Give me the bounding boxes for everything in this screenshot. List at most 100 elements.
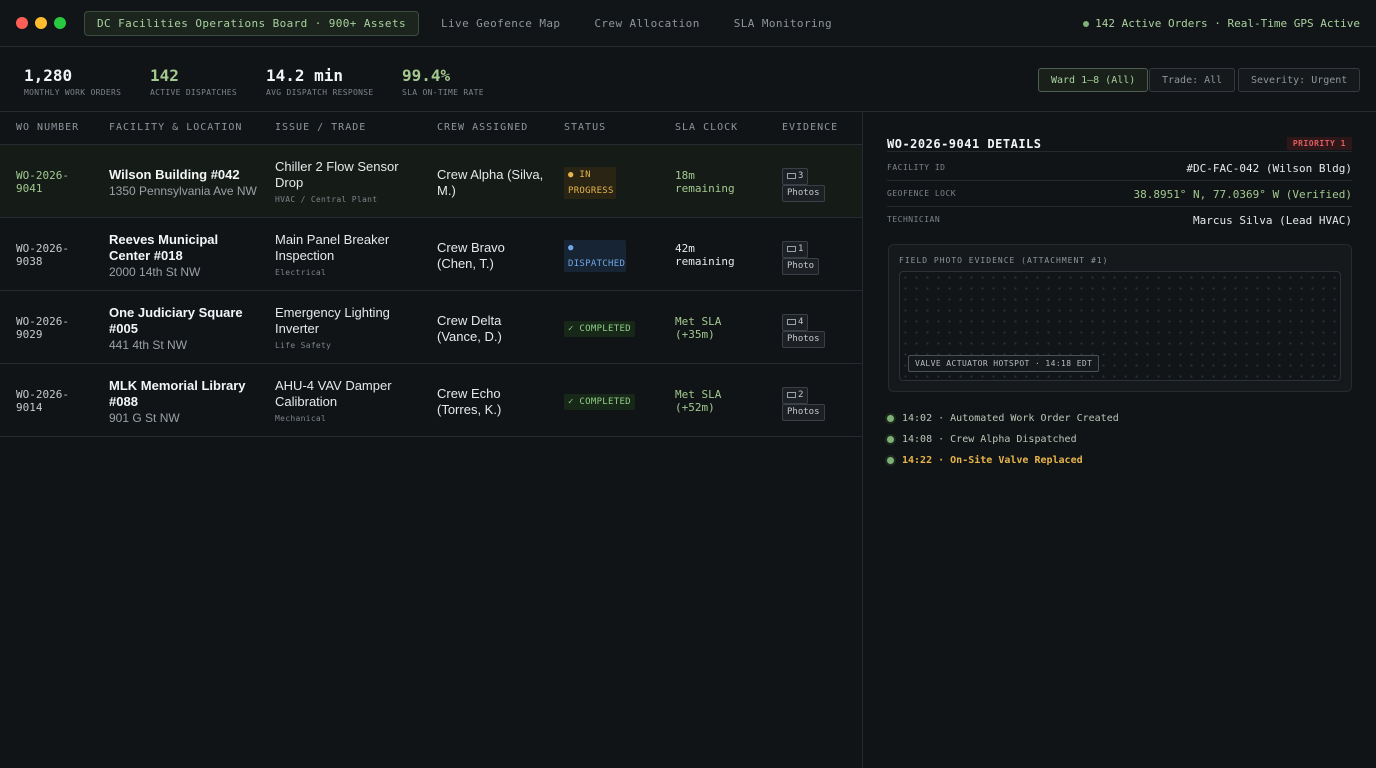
crew-assigned: Crew Delta (Vance, D.) bbox=[437, 313, 502, 344]
stat-monthly-work-orders: 1,280 Monthly Work Orders bbox=[24, 66, 121, 97]
wo-number: WO-2026-9029 bbox=[16, 315, 69, 341]
camera-icon bbox=[787, 245, 796, 252]
table-row[interactable]: WO-2026-9041 Wilson Building #042 1350 P… bbox=[0, 145, 862, 218]
filter-severity[interactable]: Severity: Urgent bbox=[1238, 68, 1361, 92]
sla-clock: Met SLA (+52m) bbox=[675, 388, 722, 414]
crew-assigned: Crew Bravo (Chen, T.) bbox=[437, 240, 505, 271]
evidence-count: 4 bbox=[798, 317, 804, 327]
status-badge: ✓ COMPLETED bbox=[564, 321, 635, 337]
live-indicator-icon bbox=[1083, 20, 1090, 27]
evidence-count-box: 2 bbox=[782, 387, 809, 404]
wo-number: WO-2026-9014 bbox=[16, 388, 69, 414]
evidence-button[interactable]: 2 Photos bbox=[782, 387, 825, 421]
column-header-sla[interactable]: SLA Clock bbox=[675, 122, 738, 133]
column-header-evidence[interactable]: Evidence bbox=[782, 122, 838, 133]
facility-name: Reeves Municipal Center #018 bbox=[109, 232, 219, 263]
issue-trade: HVAC / Central Plant bbox=[275, 195, 378, 204]
column-header-wo[interactable]: WO Number bbox=[16, 122, 79, 133]
field-key: FACILITY ID bbox=[887, 163, 946, 172]
window-controls bbox=[16, 17, 66, 29]
camera-icon bbox=[787, 172, 796, 179]
table-row[interactable]: WO-2026-9014 MLK Memorial Library #088 9… bbox=[0, 364, 862, 437]
stat-value: 1,280 bbox=[24, 66, 73, 85]
field-key: TECHNICIAN bbox=[887, 215, 941, 224]
tab-operations-board[interactable]: DC Facilities Operations Board · 900+ As… bbox=[84, 10, 419, 36]
table-row[interactable]: WO-2026-9029 One Judiciary Square #005 4… bbox=[0, 291, 862, 364]
evidence-count: 1 bbox=[798, 244, 804, 254]
column-header-facility[interactable]: Facility & Location bbox=[109, 122, 242, 133]
tab-geofence-map[interactable]: Live Geofence Map bbox=[429, 11, 572, 36]
issue-cell: AHU-4 VAV Damper Calibration Mechanical bbox=[275, 378, 405, 423]
evidence-count-box: 4 bbox=[782, 314, 809, 331]
camera-icon bbox=[787, 391, 796, 398]
evidence-button[interactable]: 4 Photos bbox=[782, 314, 825, 348]
evidence-button[interactable]: 1 Photo bbox=[782, 241, 820, 275]
field-technician: TECHNICIAN Marcus Silva (Lead HVAC) bbox=[887, 207, 1352, 233]
field-value: 38.8951° N, 77.0369° W (Verified) bbox=[1133, 188, 1352, 201]
filter-ward[interactable]: Ward 1–8 (All) bbox=[1038, 68, 1149, 92]
stat-value: 142 bbox=[150, 66, 179, 85]
photo-preview[interactable]: VALVE ACTUATOR HOTSPOT · 14:18 EDT bbox=[899, 271, 1341, 381]
field-geofence-lock: GEOFENCE LOCK 38.8951° N, 77.0369° W (Ve… bbox=[887, 181, 1352, 207]
evidence-unit: Photos bbox=[782, 331, 825, 348]
facility-cell: Wilson Building #042 1350 Pennsylvania A… bbox=[109, 167, 259, 199]
facility-cell: Reeves Municipal Center #018 2000 14th S… bbox=[109, 232, 249, 280]
minimize-window-button[interactable] bbox=[35, 17, 47, 29]
status-badge: ● IN PROGRESS bbox=[564, 167, 616, 199]
evidence-button[interactable]: 3 Photos bbox=[782, 168, 825, 202]
field-value: #DC-FAC-042 (Wilson Bldg) bbox=[1186, 162, 1352, 175]
field-value: Marcus Silva (Lead HVAC) bbox=[1193, 214, 1352, 227]
tab-sla-monitoring[interactable]: SLA Monitoring bbox=[722, 11, 844, 36]
maximize-window-button[interactable] bbox=[54, 17, 66, 29]
evidence-count: 2 bbox=[798, 390, 804, 400]
stat-value: 14.2 min bbox=[266, 66, 344, 85]
facility-cell: One Judiciary Square #005 441 4th St NW bbox=[109, 305, 259, 353]
timeline-dot-icon bbox=[887, 415, 894, 422]
wo-number: WO-2026-9038 bbox=[16, 242, 69, 268]
status-badge: ✓ COMPLETED bbox=[564, 394, 635, 410]
issue-name: Main Panel Breaker Inspection bbox=[275, 232, 390, 263]
table-row[interactable]: WO-2026-9038 Reeves Municipal Center #01… bbox=[0, 218, 862, 291]
facility-name: Wilson Building #042 bbox=[109, 167, 240, 182]
detail-title: WO-2026-9041 DETAILS bbox=[887, 137, 1042, 151]
evidence-count: 3 bbox=[798, 171, 804, 181]
stats-bar: 1,280 Monthly Work Orders 142 Active Dis… bbox=[0, 48, 1376, 112]
facility-name: One Judiciary Square #005 bbox=[109, 305, 243, 336]
wo-number: WO-2026-9041 bbox=[16, 169, 69, 195]
facility-cell: MLK Memorial Library #088 901 G St NW bbox=[109, 378, 259, 426]
status-badge: ● DISPATCHED bbox=[564, 240, 626, 272]
evidence-unit: Photo bbox=[782, 258, 820, 275]
stat-sla-rate: 99.4% SLA On-Time Rate bbox=[402, 66, 484, 97]
crew-assigned: Crew Echo (Torres, K.) bbox=[437, 386, 502, 417]
issue-name: Chiller 2 Flow Sensor Drop bbox=[275, 159, 399, 190]
field-facility-id: FACILITY ID #DC-FAC-042 (Wilson Bldg) bbox=[887, 155, 1352, 181]
issue-cell: Emergency Lighting Inverter Life Safety bbox=[275, 305, 405, 350]
activity-timeline: 14:02 · Automated Work Order Created 14:… bbox=[887, 408, 1119, 471]
issue-trade: Life Safety bbox=[275, 341, 332, 350]
tab-crew-allocation[interactable]: Crew Allocation bbox=[582, 11, 711, 36]
stat-label: Avg Dispatch Response bbox=[266, 88, 374, 97]
stat-active-dispatches: 142 Active Dispatches bbox=[150, 66, 237, 97]
title-divider bbox=[887, 151, 1352, 152]
column-header-crew[interactable]: Crew Assigned bbox=[437, 122, 528, 133]
filter-trade[interactable]: Trade: All bbox=[1149, 68, 1236, 92]
column-header-issue[interactable]: Issue / Trade bbox=[275, 122, 366, 133]
facility-name: MLK Memorial Library #088 bbox=[109, 378, 246, 409]
photo-evidence-card: FIELD PHOTO EVIDENCE (ATTACHMENT #1) VAL… bbox=[888, 244, 1352, 392]
evidence-unit: Photos bbox=[782, 185, 825, 202]
column-header-status[interactable]: Status bbox=[564, 122, 606, 133]
hotspot-tag[interactable]: VALVE ACTUATOR HOTSPOT · 14:18 EDT bbox=[908, 355, 1100, 372]
top-bar: DC Facilities Operations Board · 900+ As… bbox=[0, 0, 1376, 47]
timeline-item: 14:22 · On-Site Valve Replaced bbox=[887, 450, 1119, 471]
facility-address: 1350 Pennsylvania Ave NW bbox=[109, 184, 257, 198]
timeline-text: 14:02 · Automated Work Order Created bbox=[902, 413, 1119, 424]
close-window-button[interactable] bbox=[16, 17, 28, 29]
evidence-count-box: 3 bbox=[782, 168, 809, 185]
evidence-count-box: 1 bbox=[782, 241, 809, 258]
facility-address: 901 G St NW bbox=[109, 411, 180, 425]
work-orders-table: WO Number Facility & Location Issue / Tr… bbox=[0, 112, 863, 768]
issue-trade: Electrical bbox=[275, 268, 327, 277]
stat-value: 99.4% bbox=[402, 66, 451, 85]
issue-cell: Chiller 2 Flow Sensor Drop HVAC / Centra… bbox=[275, 159, 405, 204]
timeline-dot-icon bbox=[887, 457, 894, 464]
